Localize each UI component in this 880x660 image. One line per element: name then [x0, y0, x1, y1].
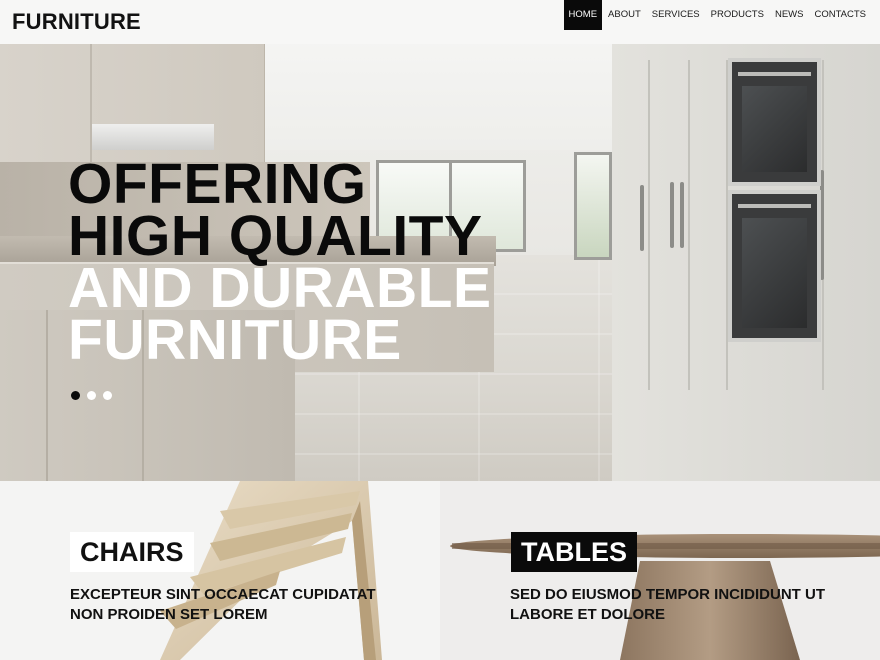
- nav-item-contacts[interactable]: CONTACTS: [809, 0, 871, 30]
- category-tag-tables[interactable]: TABLES: [511, 532, 637, 572]
- category-tag-chairs[interactable]: CHAIRS: [70, 532, 194, 572]
- hero-line: FURNITURE: [68, 308, 402, 372]
- slider-dot-2[interactable]: [87, 391, 96, 400]
- site-logo[interactable]: FURNITURE: [12, 9, 141, 35]
- hero-line: OFFERING: [68, 152, 367, 216]
- nav-item-about[interactable]: ABOUT: [603, 0, 646, 30]
- hero-slider: OFFERING HIGH QUALITY AND DURABLE FURNIT…: [0, 0, 880, 481]
- site-header: FURNITURE HOME ABOUT SERVICES PRODUCTS N…: [0, 0, 880, 44]
- category-chairs[interactable]: CHAIRS EXCEPTEUR SINT OCCAECAT CUPIDATAT…: [0, 481, 440, 660]
- slider-dot-1[interactable]: [71, 391, 80, 400]
- slider-dot-3[interactable]: [103, 391, 112, 400]
- category-description: EXCEPTEUR SINT OCCAECAT CUPIDATAT NON PR…: [70, 586, 376, 623]
- nav-item-products[interactable]: PRODUCTS: [706, 0, 769, 30]
- hero-line: HIGH QUALITY: [68, 204, 483, 268]
- main-nav: HOME ABOUT SERVICES PRODUCTS NEWS CONTAC…: [563, 0, 871, 30]
- hero-headline: OFFERING HIGH QUALITY AND DURABLE FURNIT…: [68, 152, 492, 372]
- hero-line: AND DURABLE: [68, 256, 492, 320]
- table-image: [450, 534, 880, 660]
- slider-pagination: [71, 391, 112, 400]
- hero-image-oven: [728, 58, 821, 186]
- nav-item-services[interactable]: SERVICES: [647, 0, 705, 30]
- nav-item-home[interactable]: HOME: [563, 0, 603, 30]
- category-tables[interactable]: TABLES SED DO EIUSMOD TEMPOR INCIDIDUNT …: [440, 481, 880, 660]
- nav-item-news[interactable]: NEWS: [770, 0, 809, 30]
- category-description: SED DO EIUSMOD TEMPOR INCIDIDUNT UT LABO…: [510, 586, 826, 623]
